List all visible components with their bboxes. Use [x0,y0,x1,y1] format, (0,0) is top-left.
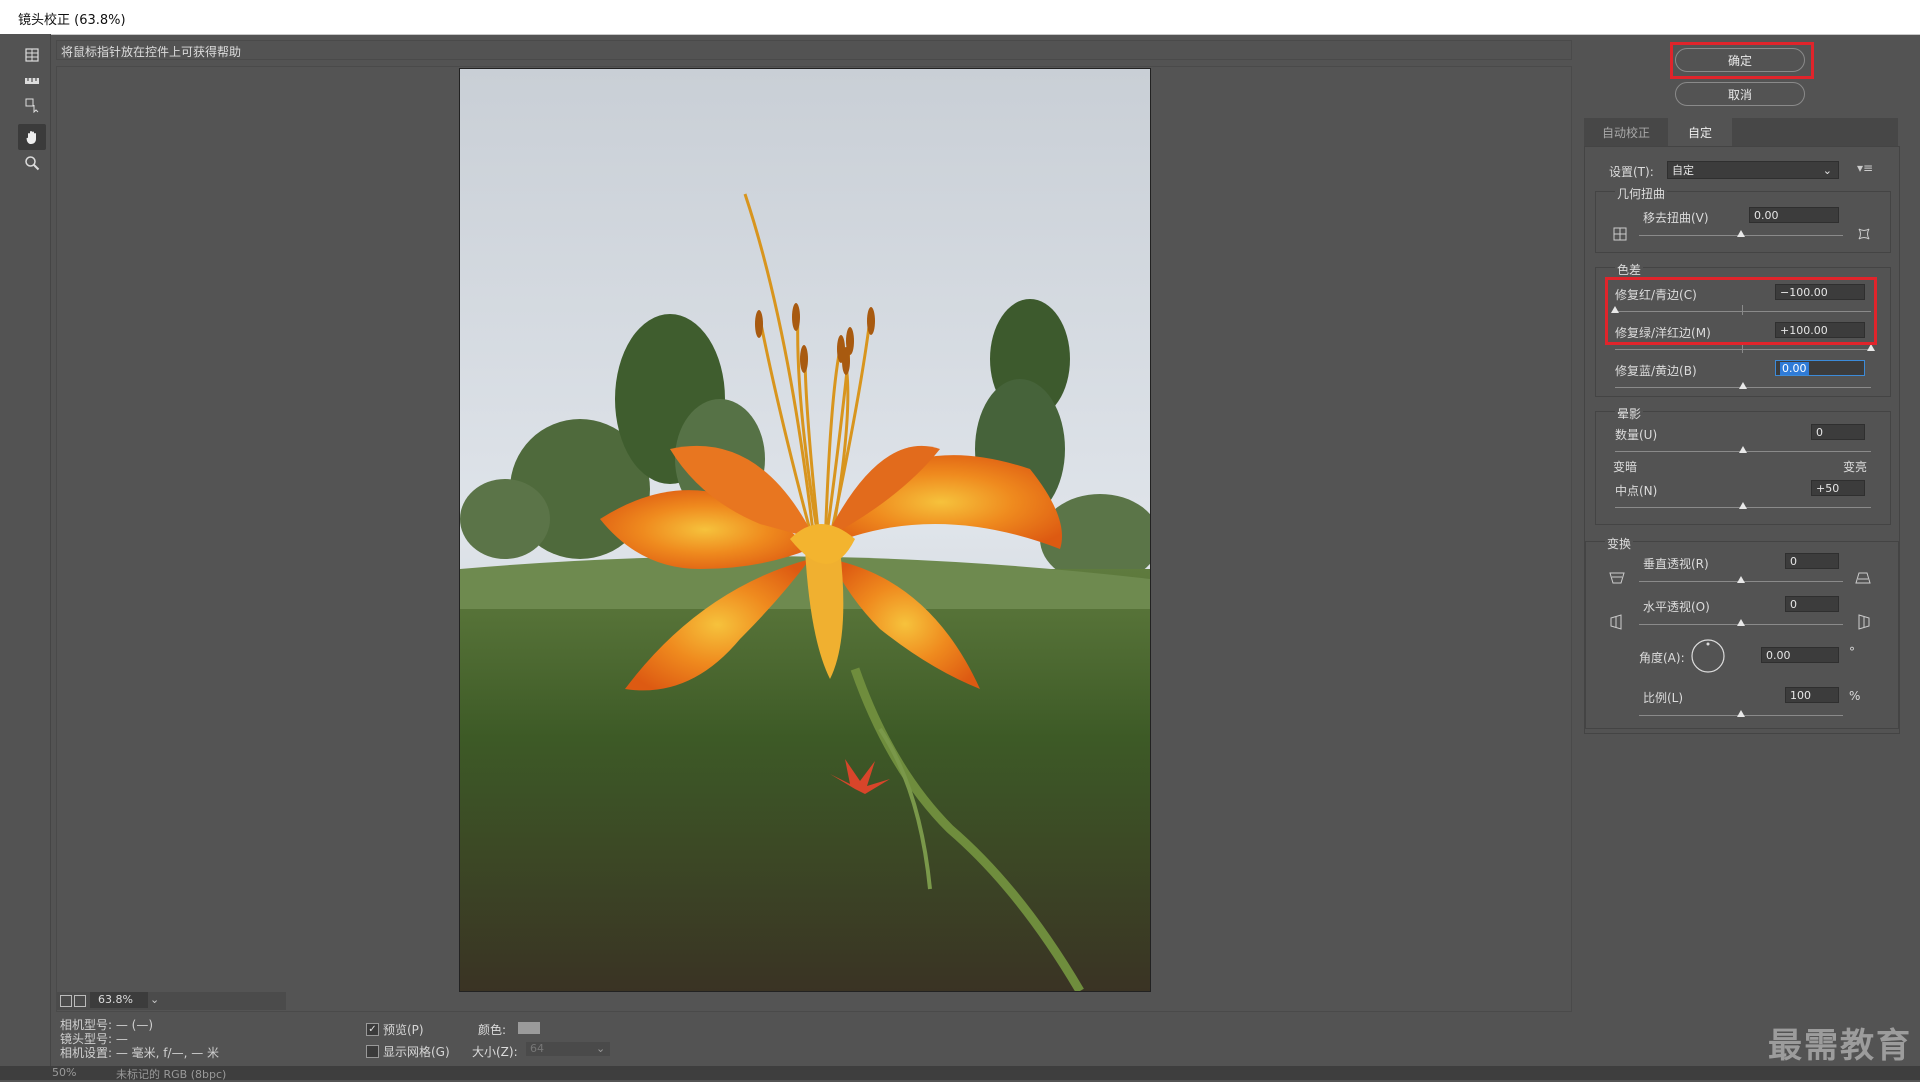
settings-label: 设置(T): [1609,165,1654,179]
status-bar: 50% 未标记的 RGB (8bpc) [0,1066,1920,1081]
vertical-perspective-input[interactable]: 0 [1785,553,1839,569]
show-grid-label: 显示网格(G) [383,1045,450,1059]
vertical-perspective-thumb[interactable] [1737,576,1745,583]
ok-highlight [1670,42,1814,79]
help-bar: 将鼠标指针放在控件上可获得帮助 [56,40,1572,60]
preview-option[interactable]: ✓ 预览(P) [366,1021,424,1038]
grid-color-label: 颜色: [478,1023,507,1037]
window-title: 镜头校正 (63.8%) [18,13,126,28]
horizontal-perspective-minus-icon [1610,614,1622,630]
grid-size-label: 大小(Z): [472,1045,518,1059]
blue-yellow-input[interactable]: 0.00 [1775,360,1865,376]
scale-unit: % [1849,689,1861,703]
scale-label: 比例(L) [1643,691,1684,705]
vignette-amount-label: 数量(U) [1615,428,1658,442]
zoom-value[interactable]: 63.8% [90,992,148,1008]
scale-thumb[interactable] [1737,710,1745,717]
blue-yellow-value: 0.00 [1780,362,1809,375]
geometric-title: 几何扭曲 [1615,185,1668,202]
vertical-perspective-plus-icon [1855,572,1871,584]
vignette-darken-label: 变暗 [1613,460,1638,474]
horizontal-perspective-plus-icon [1858,614,1870,630]
straighten-icon[interactable] [18,68,46,94]
remove-distortion-icon[interactable] [18,42,46,68]
vignette-title: 晕影 [1615,405,1644,422]
watermark-logo: 最需教育 [1768,1026,1912,1066]
horizontal-perspective-thumb[interactable] [1737,619,1745,626]
blue-yellow-thumb[interactable] [1739,382,1747,389]
vignette-midpoint-label: 中点(N) [1615,484,1658,498]
zoom-bar: 63.8% ⌄ [56,992,286,1010]
grid-color-swatch[interactable] [518,1022,540,1034]
tab-auto-correction[interactable]: 自动校正 [1584,118,1668,146]
barrel-icon [1858,228,1870,240]
angle-unit: ° [1849,645,1855,659]
tool-column [0,34,51,1080]
horizontal-perspective-input[interactable]: 0 [1785,596,1839,612]
fit-screen-icon[interactable] [60,995,72,1007]
transform-title: 变换 [1605,535,1634,552]
zoom-icon[interactable] [18,150,46,176]
preview-label: 预览(P) [383,1023,424,1037]
vignette-amount-thumb[interactable] [1739,446,1747,453]
remove-distortion-thumb[interactable] [1737,230,1745,237]
cancel-button[interactable]: 取消 [1675,82,1805,106]
pincushion-icon [1613,227,1627,241]
actual-pixels-icon[interactable] [74,995,86,1007]
horizontal-perspective-label: 水平透视(O) [1643,600,1710,614]
grid-size-dropdown-icon[interactable]: ⌄ [596,1042,605,1055]
angle-input[interactable]: 0.00 [1761,647,1839,663]
preview-checkbox[interactable]: ✓ [366,1023,379,1036]
chromatic-title: 色差 [1615,261,1644,278]
settings-menu-icon[interactable]: ▾≡ [1857,161,1873,175]
angle-dial-icon[interactable] [1691,639,1725,673]
remove-distortion-label: 移去扭曲(V) [1643,211,1709,225]
lens-model: 镜头型号: — [60,1032,128,1046]
vignette-midpoint-input[interactable]: +50 [1811,480,1865,496]
hand-icon[interactable] [18,124,46,150]
settings-select[interactable]: 自定 ⌄ [1667,161,1839,179]
vertical-perspective-label: 垂直透视(R) [1643,557,1709,571]
vignette-midpoint-thumb[interactable] [1739,502,1747,509]
vignette-amount-input[interactable]: 0 [1811,424,1865,440]
green-magenta-slider[interactable] [1615,349,1871,350]
camera-model: 相机型号: — (—) [60,1018,154,1032]
blue-yellow-label: 修复蓝/黄边(B) [1615,364,1697,378]
status-zoom: 50% [52,1066,77,1079]
title-bar: 镜头校正 (63.8%) [0,0,1920,35]
chromatic-highlight [1605,277,1877,345]
settings-value: 自定 [1672,164,1694,177]
settings-dropdown-icon: ⌄ [1822,164,1832,177]
show-grid-checkbox[interactable] [366,1045,379,1058]
tab-custom[interactable]: 自定 [1668,118,1732,146]
tab-bar: 自动校正 自定 [1584,118,1898,146]
vignette-lighten-label: 变亮 [1843,460,1868,474]
custom-panel: 设置(T): 自定 ⌄ ▾≡ 几何扭曲 移去扭曲(V) 0.00 色差 修复红/… [1584,146,1900,734]
help-text: 将鼠标指针放在控件上可获得帮助 [61,45,242,59]
camera-info: 相机型号: — (—) 镜头型号: — 相机设置: — 毫米, f/—, — 米 [60,1018,219,1060]
camera-settings: 相机设置: — 毫米, f/—, — 米 [60,1046,220,1060]
vertical-perspective-minus-icon [1609,572,1625,584]
preview-image[interactable] [459,68,1151,992]
green-magenta-thumb[interactable] [1867,344,1875,351]
move-grid-icon[interactable] [18,92,46,118]
show-grid-option[interactable]: 显示网格(G) [366,1043,450,1060]
zoom-dropdown-icon[interactable]: ⌄ [150,993,159,1006]
scale-input[interactable]: 100 [1785,687,1839,703]
remove-distortion-input[interactable]: 0.00 [1749,207,1839,223]
angle-label: 角度(A): [1639,651,1685,665]
